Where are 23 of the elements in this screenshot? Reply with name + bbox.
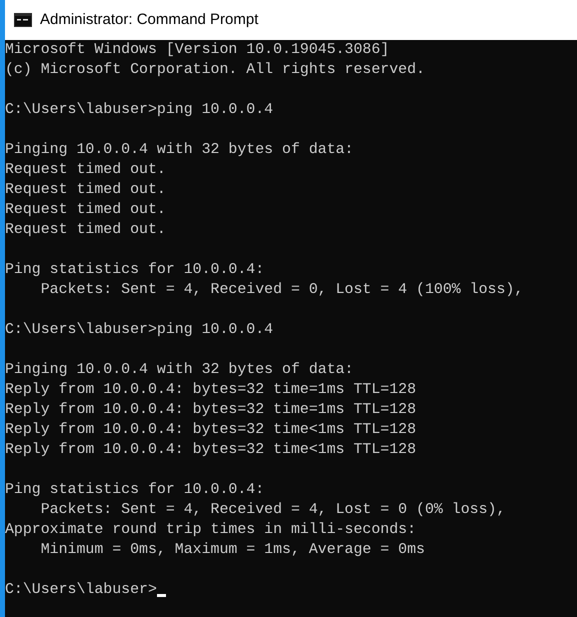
console-line: Microsoft Windows [Version 10.0.19045.3086] bbox=[5, 41, 390, 60]
console-line: Ping statistics for 10.0.0.4: bbox=[5, 481, 264, 500]
console-line: Request timed out. bbox=[5, 221, 166, 240]
console-line: Reply from 10.0.0.4: bytes=32 time=1ms TTL=128 bbox=[5, 381, 416, 400]
console-line: Reply from 10.0.0.4: bytes=32 time=1ms TTL=128 bbox=[5, 401, 416, 420]
console-line: C:\Users\labuser>ping 10.0.0.4 bbox=[5, 321, 274, 340]
console-line: Ping statistics for 10.0.0.4: bbox=[5, 261, 264, 280]
console-line: Reply from 10.0.0.4: bytes=32 time<1ms TTL=128 bbox=[5, 441, 416, 460]
window-title: Administrator: Command Prompt bbox=[40, 10, 258, 30]
console-line: Request timed out. bbox=[5, 181, 166, 200]
console-line: Packets: Sent = 4, Received = 4, Lost = 0 (0% loss), bbox=[40, 501, 506, 520]
console-line: Reply from 10.0.0.4: bytes=32 time<1ms TTL=128 bbox=[5, 421, 416, 440]
console-line: C:\Users\labuser>ping 10.0.0.4 bbox=[5, 101, 274, 120]
console-line: (c) Microsoft Corporation. All rights reserved. bbox=[5, 61, 425, 80]
console-line: Pinging 10.0.0.4 with 32 bytes of data: bbox=[5, 141, 354, 160]
console-line: Request timed out. bbox=[5, 161, 166, 180]
console-line: Request timed out. bbox=[5, 201, 166, 220]
console-line: Minimum = 0ms, Maximum = 1ms, Average = 0ms bbox=[40, 541, 425, 560]
console-line: Pinging 10.0.0.4 with 32 bytes of data: bbox=[5, 361, 354, 380]
console-line: Packets: Sent = 4, Received = 0, Lost = 4 (100% loss), bbox=[40, 281, 524, 300]
console-line: Approximate round trip times in milli-seconds: bbox=[5, 521, 416, 540]
console-line: C:\Users\labuser> bbox=[5, 581, 157, 600]
terminal-icon bbox=[14, 13, 32, 27]
